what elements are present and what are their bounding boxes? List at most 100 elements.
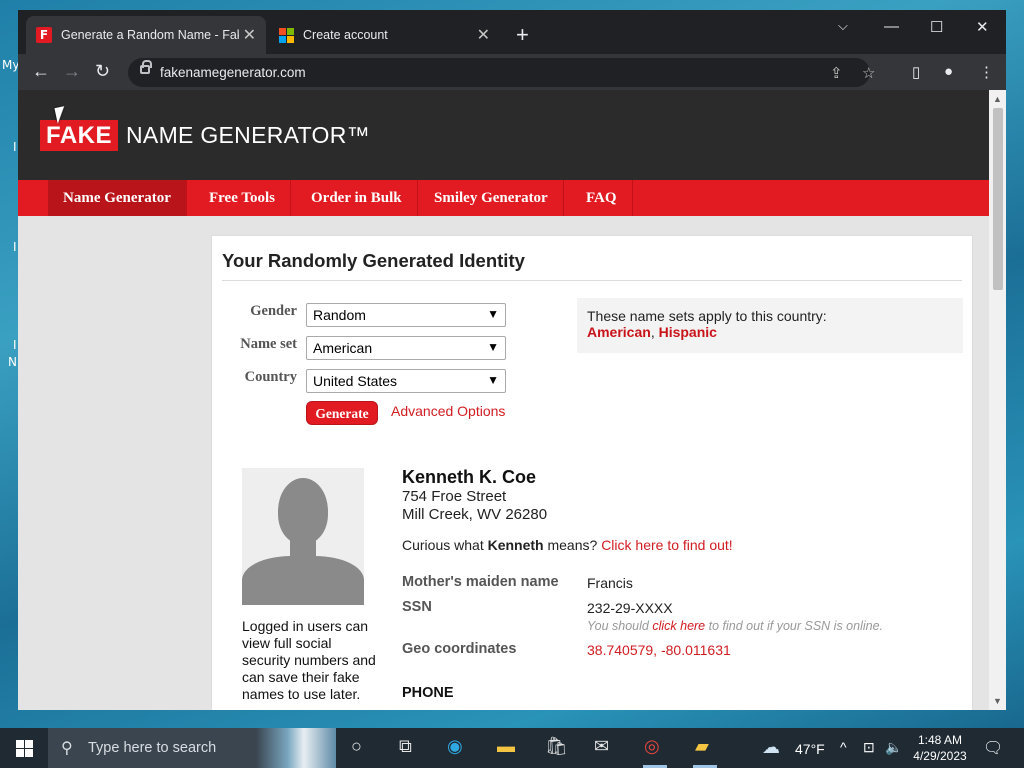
tab-title: Create account: [303, 28, 388, 42]
task-view-icon[interactable]: ⧉: [399, 736, 412, 757]
edge-icon[interactable]: ◉: [447, 736, 463, 757]
chevron-down-icon: ▼: [487, 340, 499, 354]
gender-value: Random: [313, 307, 366, 323]
tab-search-chevron-icon[interactable]: ⌵: [838, 18, 848, 34]
new-tab-plus-icon[interactable]: +: [516, 24, 529, 46]
nameset-value: American: [313, 340, 373, 356]
identity-panel: Your Randomly Generated Identity Gender …: [211, 235, 973, 710]
desktop-icon-label[interactable]: I: [13, 140, 17, 154]
nav-name-generator[interactable]: Name Generator: [48, 180, 187, 216]
divider: [222, 280, 962, 281]
generate-button[interactable]: Generate: [306, 401, 378, 425]
tab-strip: F Generate a Random Name - Fake Name Gen…: [18, 10, 1006, 54]
ssn-value: 232-29-XXXX: [587, 600, 673, 616]
close-window-icon[interactable]: ✕: [976, 18, 989, 36]
nameset-link-hispanic[interactable]: Hispanic: [659, 324, 717, 340]
page-scrollbar[interactable]: ▲ ▼: [989, 90, 1006, 710]
minimize-icon[interactable]: —: [884, 18, 899, 35]
chrome-icon[interactable]: ◎: [644, 736, 660, 757]
nav-smiley-generator[interactable]: Smiley Generator: [419, 180, 564, 216]
share-icon[interactable]: ⇪: [830, 64, 843, 82]
close-tab-icon[interactable]: ✕: [243, 25, 256, 45]
main-nav: Name Generator Free Tools Order in Bulk …: [18, 180, 989, 216]
back-arrow-icon[interactable]: ←: [32, 62, 50, 80]
logo-name-generator: NAME GENERATOR™: [126, 122, 370, 148]
maximize-icon[interactable]: ☐: [930, 18, 943, 36]
taskbar-clock[interactable]: 1:48 AM 4/29/2023: [905, 732, 975, 764]
site-logo[interactable]: FAKE NAME GENERATOR™: [40, 120, 370, 151]
address-line-1: 754 Froe Street: [402, 488, 507, 505]
curious-prefix: Curious what: [402, 537, 484, 553]
avatar-silhouette: [242, 468, 364, 605]
address-line-2: Mill Creek, WV 26280: [402, 506, 548, 523]
desktop-icon-label[interactable]: N: [8, 355, 17, 369]
reload-icon[interactable]: ↻: [95, 62, 110, 80]
lock-icon[interactable]: [140, 60, 152, 74]
file-explorer-icon[interactable]: ▬: [497, 736, 515, 757]
mail-icon[interactable]: ✉: [594, 736, 609, 757]
nav-order-in-bulk[interactable]: Order in Bulk: [296, 180, 418, 216]
nameset-link-american[interactable]: American: [587, 324, 651, 340]
name-meaning-link[interactable]: Click here to find out!: [601, 537, 733, 553]
nav-free-tools[interactable]: Free Tools: [194, 180, 291, 216]
taskbar: ⚲ Type here to search ○ ⧉ ◉ ▬ 🛍 ✉ ◎ ▰ ☁ …: [0, 728, 1024, 768]
url-text[interactable]: fakenamegenerator.com: [160, 65, 306, 80]
network-icon[interactable]: ⊡: [863, 739, 875, 756]
desktop-icon-label[interactable]: My: [2, 58, 19, 72]
side-panel-icon[interactable]: ▯: [912, 63, 920, 81]
file-icon[interactable]: ▰: [695, 736, 709, 757]
geo-coordinates-link[interactable]: 38.740579, -80.011631: [587, 642, 731, 658]
close-tab-icon[interactable]: ✕: [477, 25, 490, 45]
tab-fake-name-generator[interactable]: F Generate a Random Name - Fake Name Gen…: [26, 16, 266, 54]
identity-name: Kenneth K. Coe: [402, 467, 537, 487]
ssn-note-suffix: to find out if your SSN is online.: [708, 619, 884, 633]
name-meaning-line: Curious what Kenneth means? Click here t…: [402, 537, 733, 553]
menu-kebab-icon[interactable]: ⋮: [979, 63, 994, 81]
clock-time: 1:48 AM: [917, 733, 963, 747]
search-icon: ⚲: [61, 740, 73, 757]
search-placeholder: Type here to search: [88, 740, 217, 756]
volume-icon[interactable]: 🔈: [885, 739, 902, 756]
notifications-icon[interactable]: 🗨: [983, 738, 1003, 758]
desktop-icon-label[interactable]: I: [13, 240, 17, 254]
maiden-name-label: Mother's maiden name: [402, 574, 559, 590]
tab-create-account[interactable]: Create account ✕: [268, 16, 500, 54]
scroll-down-icon[interactable]: ▼: [993, 696, 1002, 706]
chevron-down-icon: ▼: [487, 373, 499, 387]
scroll-up-icon[interactable]: ▲: [993, 94, 1002, 104]
curious-first-name: Kenneth: [487, 537, 544, 553]
address-bar[interactable]: fakenamegenerator.com ⇪ ☆: [128, 58, 875, 87]
name-sets-text: These name sets apply to this country:: [587, 308, 827, 324]
search-highlight-image: [256, 728, 336, 768]
fake-name-favicon-icon: F: [36, 27, 52, 43]
taskbar-search-input[interactable]: ⚲ Type here to search: [48, 728, 336, 768]
country-label: Country: [244, 369, 297, 385]
bookmark-star-icon[interactable]: ☆: [862, 64, 875, 82]
nameset-separator: ,: [650, 324, 655, 340]
page-viewport: FAKE NAME GENERATOR™ Name Generator Free…: [18, 90, 989, 710]
country-select[interactable]: United States ▼: [306, 369, 506, 393]
maiden-name-value: Francis: [587, 575, 633, 591]
windows-start-icon[interactable]: [16, 740, 33, 757]
gender-select[interactable]: Random ▼: [306, 303, 506, 327]
profile-icon[interactable]: ●: [944, 63, 953, 80]
advanced-options-link[interactable]: Advanced Options: [391, 403, 505, 419]
ssn-check-link[interactable]: click here: [652, 619, 705, 633]
browser-window: F Generate a Random Name - Fake Name Gen…: [18, 10, 1006, 710]
tab-title: Generate a Random Name - Fake Name Gener…: [61, 28, 239, 42]
tray-chevron-icon[interactable]: ^: [840, 739, 847, 755]
forward-arrow-icon[interactable]: →: [63, 62, 81, 80]
cortana-icon[interactable]: ○: [351, 736, 362, 757]
weather-cloud-icon[interactable]: ☁: [762, 737, 780, 758]
desktop-icon-label[interactable]: I: [13, 338, 17, 352]
ssn-note: You should click here to find out if you…: [587, 619, 883, 633]
gender-label: Gender: [250, 303, 297, 319]
nav-faq[interactable]: FAQ: [571, 180, 633, 216]
geo-label: Geo coordinates: [402, 641, 517, 657]
scroll-thumb[interactable]: [993, 108, 1003, 290]
clock-date: 4/29/2023: [913, 749, 967, 763]
nameset-select[interactable]: American ▼: [306, 336, 506, 360]
weather-temp[interactable]: 47°F: [795, 741, 825, 757]
chevron-down-icon: ▼: [487, 307, 499, 321]
store-icon[interactable]: 🛍: [545, 736, 568, 757]
